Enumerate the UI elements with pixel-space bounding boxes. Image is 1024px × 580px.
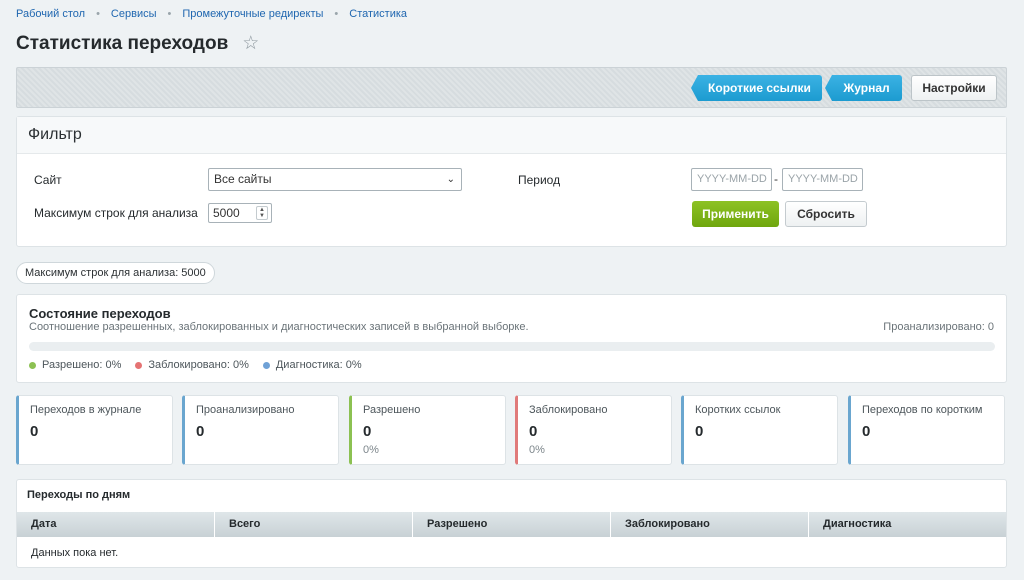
legend-allowed-label: Разрешено: 0%: [42, 359, 122, 371]
breadcrumb-separator: •: [334, 8, 339, 20]
filter-panel: Фильтр Сайт Все сайты ⌄ Максимум строк д…: [16, 116, 1007, 247]
legend-blocked-label: Заблокировано: 0%: [148, 359, 249, 371]
stepper-icon[interactable]: ▲ ▼: [256, 206, 268, 220]
site-label: Сайт: [34, 173, 62, 187]
chevron-down-icon: ⌄: [446, 174, 455, 185]
reset-button[interactable]: Сбросить: [785, 201, 867, 227]
date-to-input[interactable]: YYYY-MM-DD: [782, 168, 863, 191]
column-diagnostics[interactable]: Диагностика: [809, 512, 1006, 537]
breadcrumb-redirects[interactable]: Промежуточные редиректы: [182, 8, 323, 20]
legend-diagnostics-label: Диагностика: 0%: [275, 359, 362, 371]
card-label: Разрешено: [363, 404, 421, 416]
max-rows-value: 5000: [213, 206, 240, 220]
column-blocked[interactable]: Заблокировано: [611, 512, 809, 537]
legend-allowed: Разрешено: 0%: [29, 359, 121, 371]
date-separator: -: [774, 172, 778, 186]
star-icon[interactable]: ☆: [242, 32, 259, 55]
card-value: 0: [196, 423, 205, 440]
card-blocked: Заблокировано 0 0%: [515, 395, 672, 465]
max-rows-label: Максимум строк для анализа: [34, 206, 198, 220]
days-title: Переходы по дням: [27, 489, 131, 501]
analyzed-count: Проанализировано: 0: [883, 321, 994, 333]
card-value: 0: [695, 423, 704, 440]
column-allowed[interactable]: Разрешено: [413, 512, 611, 537]
card-journal: Переходов в журнале 0: [16, 395, 173, 465]
max-rows-badge: Максимум строк для анализа: 5000: [16, 262, 215, 284]
table-header: Дата Всего Разрешено Заблокировано Диагн…: [17, 512, 1006, 537]
card-value: 0: [363, 423, 372, 440]
card-label: Переходов по коротким: [862, 404, 983, 416]
card-label: Проанализировано: [196, 404, 295, 416]
apply-button[interactable]: Применить: [692, 201, 779, 227]
allowed-dot-icon: [29, 361, 36, 369]
state-title: Состояние переходов: [29, 306, 171, 321]
breadcrumb-separator: •: [167, 8, 172, 20]
breadcrumb-separator: •: [96, 8, 100, 20]
card-label: Коротких ссылок: [695, 404, 781, 416]
card-label: Переходов в журнале: [30, 404, 142, 416]
card-analyzed: Проанализировано 0: [182, 395, 339, 465]
settings-button[interactable]: Настройки: [911, 75, 997, 101]
breadcrumb-services[interactable]: Сервисы: [111, 8, 157, 20]
legend-blocked: Заблокировано: 0%: [135, 359, 249, 371]
state-progress-bar: [29, 342, 995, 351]
site-select-value: Все сайты: [214, 172, 272, 186]
card-percent: 0%: [363, 444, 379, 456]
breadcrumb-desktop[interactable]: Рабочий стол: [16, 8, 85, 20]
page-title: Статистика переходов: [16, 32, 229, 54]
diagnostics-dot-icon: [262, 361, 270, 369]
state-subtitle: Соотношение разрешенных, заблокированных…: [29, 321, 529, 333]
state-legend: Разрешено: 0% Заблокировано: 0% Диагност…: [29, 359, 376, 371]
card-short-transitions: Переходов по коротким 0: [848, 395, 1005, 465]
column-date[interactable]: Дата: [17, 512, 215, 537]
card-percent: 0%: [529, 444, 545, 456]
date-from-input[interactable]: YYYY-MM-DD: [691, 168, 772, 191]
breadcrumb-statistics[interactable]: Статистика: [349, 8, 407, 20]
card-value: 0: [30, 423, 39, 440]
column-total[interactable]: Всего: [215, 512, 413, 537]
journal-button[interactable]: Журнал: [825, 75, 902, 101]
card-value: 0: [862, 423, 871, 440]
empty-message: Данных пока нет.: [31, 547, 119, 559]
card-allowed: Разрешено 0 0%: [349, 395, 506, 465]
page-title-row: Статистика переходов ☆: [16, 32, 259, 55]
short-links-button[interactable]: Короткие ссылки: [691, 75, 822, 101]
card-short-links: Коротких ссылок 0: [681, 395, 838, 465]
blocked-dot-icon: [135, 361, 143, 369]
site-select[interactable]: Все сайты ⌄: [208, 168, 462, 191]
breadcrumb: Рабочий стол • Сервисы • Промежуточные р…: [16, 7, 407, 21]
filter-title: Фильтр: [17, 117, 1006, 154]
days-panel: Переходы по дням Дата Всего Разрешено За…: [16, 479, 1007, 568]
card-label: Заблокировано: [529, 404, 608, 416]
period-label: Период: [518, 173, 561, 187]
toolbar: Короткие ссылки Журнал Настройки: [16, 67, 1007, 108]
card-value: 0: [529, 423, 538, 440]
legend-diagnostics: Диагностика: 0%: [262, 359, 362, 371]
max-rows-input[interactable]: 5000 ▲ ▼: [208, 203, 272, 223]
state-panel: Состояние переходов Соотношение разрешен…: [16, 294, 1007, 383]
